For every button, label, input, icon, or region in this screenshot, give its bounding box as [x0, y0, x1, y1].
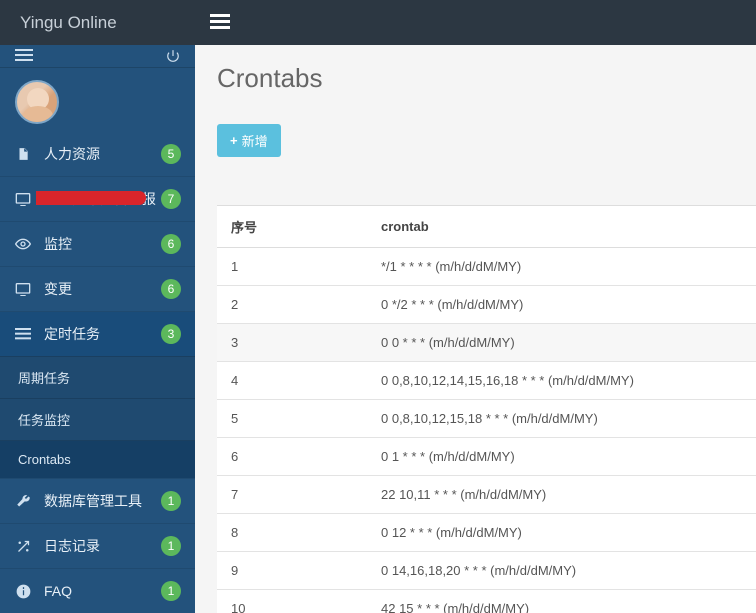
- badge: 3: [161, 324, 181, 344]
- cell-crontab: 42 15 * * * (m/h/d/dM/MY): [367, 590, 756, 613]
- badge: 6: [161, 234, 181, 254]
- sidebar-collapse-button[interactable]: [15, 46, 33, 67]
- table-row[interactable]: 20 */2 * * * (m/h/d/dM/MY): [217, 286, 756, 324]
- cell-crontab: 0 1 * * * (m/h/d/dM/MY): [367, 438, 756, 476]
- sidebar-item-label: 监控: [44, 234, 161, 254]
- sidebar-item-label: 定时任务: [44, 324, 161, 344]
- sidebar-item-hr[interactable]: 人力资源 5: [0, 132, 195, 176]
- cell-seq: 4: [217, 362, 367, 400]
- topbar: Yingu Online: [0, 0, 756, 45]
- col-header-seq: 序号: [217, 206, 367, 248]
- sidebar-menu: 人力资源 5 线上运维运营日报 7 监控 6: [0, 132, 195, 613]
- sidebar-item-label: 人力资源: [44, 144, 161, 164]
- sidebar-item-monitor[interactable]: 监控 6: [0, 221, 195, 266]
- power-icon: [166, 49, 180, 63]
- sidebar-item-scheduled-tasks[interactable]: 定时任务 3: [0, 311, 195, 356]
- table-row[interactable]: 60 1 * * * (m/h/d/dM/MY): [217, 438, 756, 476]
- sidebar-item-logs[interactable]: 日志记录 1: [0, 523, 195, 568]
- cell-crontab: 0 0,8,10,12,15,18 * * * (m/h/d/dM/MY): [367, 400, 756, 438]
- table-row[interactable]: 1042 15 * * * (m/h/d/dM/MY): [217, 590, 756, 613]
- sidebar-item-label: 日志记录: [44, 536, 161, 556]
- hamburger-icon: [210, 11, 230, 32]
- sidebar-item-faq[interactable]: FAQ 1: [0, 568, 195, 613]
- sidebar-item-change[interactable]: 变更 6: [0, 266, 195, 311]
- info-icon: [14, 584, 32, 599]
- badge: 1: [161, 491, 181, 511]
- cell-seq: 2: [217, 286, 367, 324]
- brand-title: Yingu Online: [0, 13, 195, 33]
- wrench-icon: [14, 494, 32, 509]
- cell-seq: 6: [217, 438, 367, 476]
- cell-seq: 8: [217, 514, 367, 552]
- sidebar: 人力资源 5 线上运维运营日报 7 监控 6: [0, 45, 195, 613]
- table-row[interactable]: 1*/1 * * * * (m/h/d/dM/MY): [217, 248, 756, 286]
- cell-crontab: 0 0 * * * (m/h/d/dM/MY): [367, 324, 756, 362]
- monitor-icon: [14, 192, 32, 206]
- add-button[interactable]: + 新增: [217, 124, 281, 157]
- cell-crontab: 0 */2 * * * (m/h/d/dM/MY): [367, 286, 756, 324]
- cell-seq: 1: [217, 248, 367, 286]
- cell-seq: 10: [217, 590, 367, 613]
- top-hamburger-button[interactable]: [195, 11, 245, 35]
- list-icon: [14, 328, 32, 340]
- plus-icon: +: [230, 133, 238, 148]
- sidebar-item-label: 变更: [44, 279, 161, 299]
- col-header-crontab: crontab: [367, 206, 756, 248]
- main-content: Crontabs + 新增 序号 crontab 1*/1 * * * * (m…: [195, 45, 756, 613]
- cell-seq: 3: [217, 324, 367, 362]
- wand-icon: [14, 539, 32, 554]
- table-row[interactable]: 722 10,11 * * * (m/h/d/dM/MY): [217, 476, 756, 514]
- avatar-container[interactable]: [0, 68, 195, 132]
- hamburger-icon: [15, 46, 33, 64]
- power-button[interactable]: [166, 49, 180, 63]
- table-row[interactable]: 30 0 * * * (m/h/d/dM/MY): [217, 324, 756, 362]
- cell-crontab: */1 * * * * (m/h/d/dM/MY): [367, 248, 756, 286]
- sidebar-item-db-tools[interactable]: 数据库管理工具 1: [0, 478, 195, 523]
- badge: 1: [161, 536, 181, 556]
- badge: 5: [161, 144, 181, 164]
- cell-crontab: 0 12 * * * (m/h/d/dM/MY): [367, 514, 756, 552]
- cell-crontab: 22 10,11 * * * (m/h/d/dM/MY): [367, 476, 756, 514]
- page-title: Crontabs: [217, 63, 756, 94]
- redaction-bar: [36, 191, 146, 205]
- cell-crontab: 0 14,16,18,20 * * * (m/h/d/dM/MY): [367, 552, 756, 590]
- cell-seq: 9: [217, 552, 367, 590]
- table-header-row: 序号 crontab: [217, 206, 756, 248]
- monitor-icon: [14, 282, 32, 296]
- table-row[interactable]: 40 0,8,10,12,14,15,16,18 * * * (m/h/d/dM…: [217, 362, 756, 400]
- eye-icon: [14, 238, 32, 250]
- sidebar-item-daily-report[interactable]: 线上运维运营日报 7: [0, 176, 195, 221]
- file-icon: [14, 146, 32, 162]
- sidebar-subitem-periodic-tasks[interactable]: 周期任务: [0, 356, 195, 398]
- add-button-label: 新增: [242, 131, 268, 150]
- badge: 6: [161, 279, 181, 299]
- badge: 7: [161, 189, 181, 209]
- cell-crontab: 0 0,8,10,12,14,15,16,18 * * * (m/h/d/dM/…: [367, 362, 756, 400]
- sidebar-subitem-crontabs[interactable]: Crontabs: [0, 440, 195, 478]
- table-row[interactable]: 50 0,8,10,12,15,18 * * * (m/h/d/dM/MY): [217, 400, 756, 438]
- badge: 1: [161, 581, 181, 601]
- sidebar-subitem-task-monitor[interactable]: 任务监控: [0, 398, 195, 440]
- crontab-table: 序号 crontab 1*/1 * * * * (m/h/d/dM/MY)20 …: [217, 205, 756, 613]
- avatar: [15, 80, 59, 124]
- sidebar-item-label: 数据库管理工具: [44, 491, 161, 511]
- cell-seq: 7: [217, 476, 367, 514]
- cell-seq: 5: [217, 400, 367, 438]
- table-row[interactable]: 80 12 * * * (m/h/d/dM/MY): [217, 514, 756, 552]
- sidebar-top: [0, 45, 195, 68]
- sidebar-item-label: FAQ: [44, 583, 161, 599]
- table-row[interactable]: 90 14,16,18,20 * * * (m/h/d/dM/MY): [217, 552, 756, 590]
